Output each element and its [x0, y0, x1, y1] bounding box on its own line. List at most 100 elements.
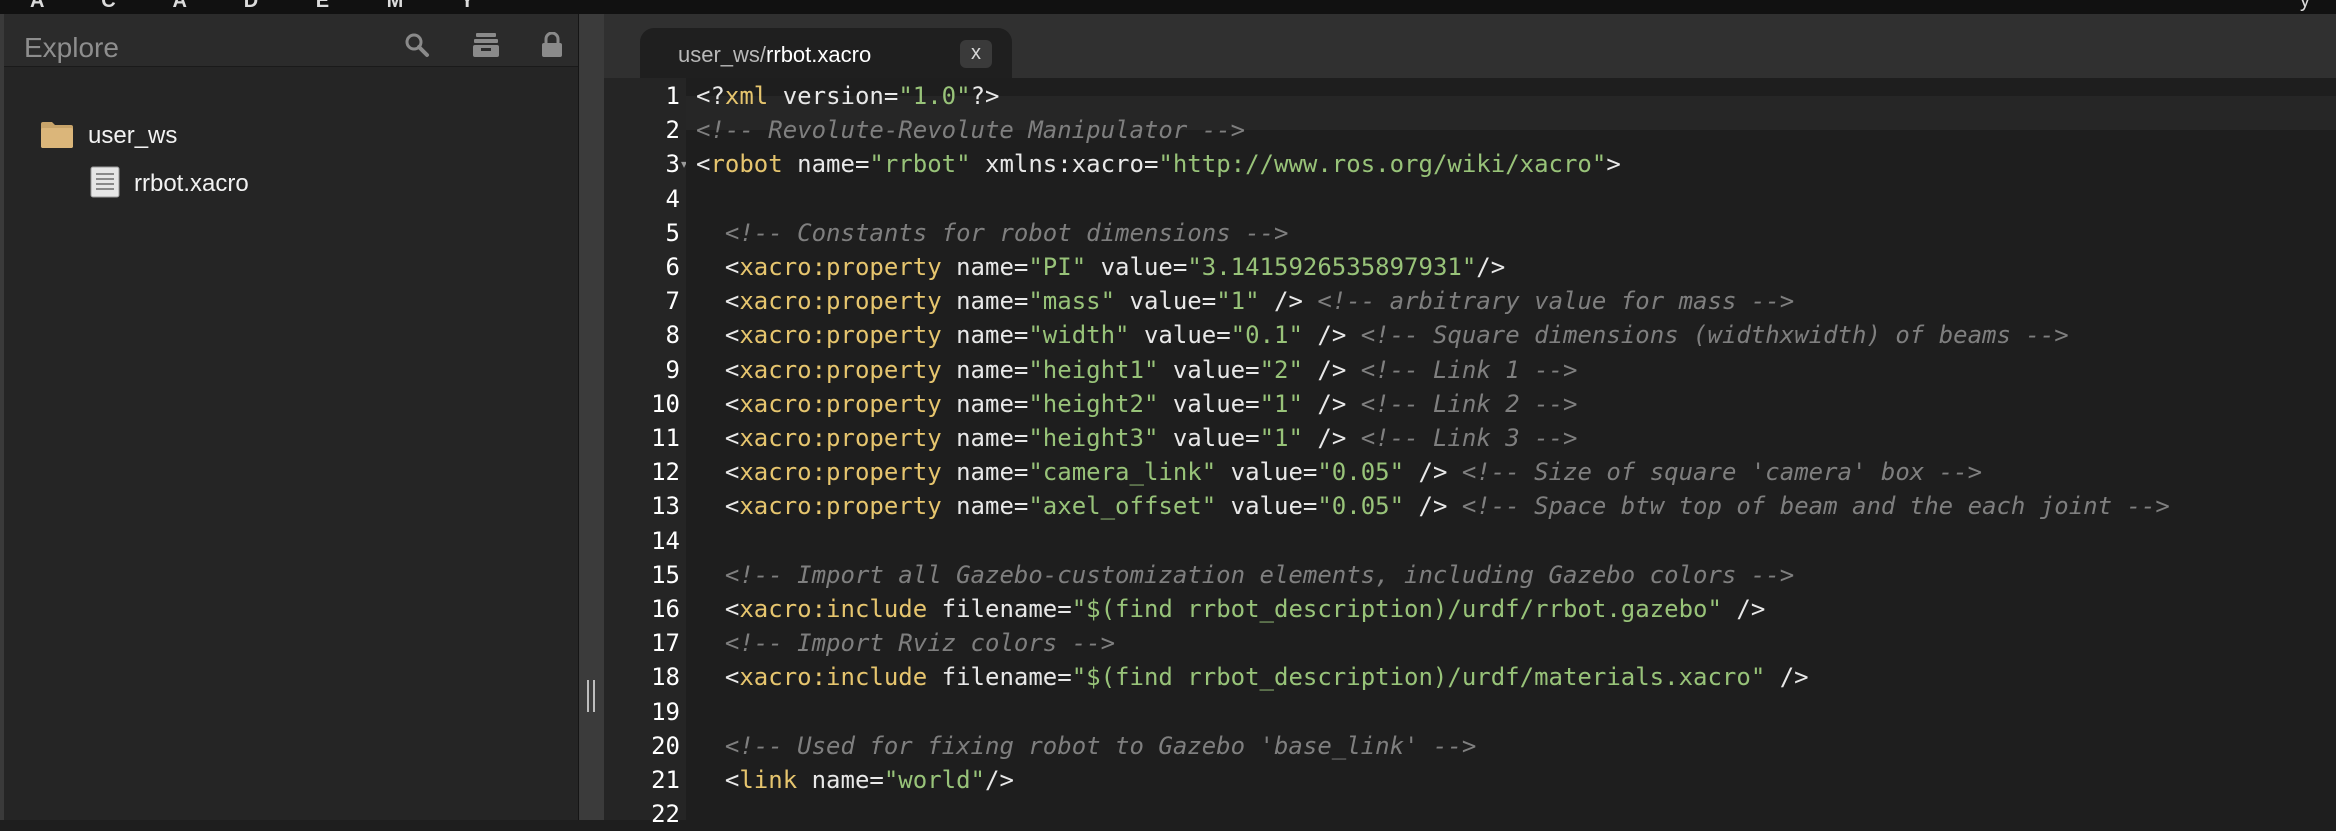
code-token: name=: [797, 766, 884, 794]
tab-bar: user_ws/rrbot.xacro x: [604, 14, 2336, 78]
code-token: />: [1404, 458, 1462, 487]
tree-folder-user-ws[interactable]: user_ws: [40, 118, 177, 154]
code-token: name=: [782, 150, 870, 179]
code-token: <!-- Used for fixing robot to Gazebo 'ba…: [724, 731, 1477, 760]
code-token: <: [696, 389, 740, 418]
code-token: name=: [941, 458, 1029, 487]
code-token: <!-- Size of square 'camera' box -->: [1461, 458, 1983, 487]
window-left-edge: [0, 14, 4, 820]
code-token: "width": [1028, 321, 1130, 350]
code-line: <!-- Import all Gazebo-customization ele…: [696, 558, 1794, 592]
code-token: />: [1476, 253, 1506, 281]
lock-icon[interactable]: [540, 31, 564, 63]
code-token: value=: [1158, 424, 1260, 452]
line-number: 6: [665, 253, 680, 281]
line-number: 3: [665, 150, 680, 179]
tree-file-rrbot-xacro[interactable]: rrbot.xacro: [90, 166, 249, 202]
splitter-grip[interactable]: [587, 680, 595, 712]
code-token: "height3": [1028, 424, 1159, 452]
code-token: value=: [1158, 355, 1260, 384]
code-token: <!-- Link 2 -->: [1360, 389, 1578, 418]
code-line: <!-- Revolute-Revolute Manipulator -->: [696, 113, 1245, 147]
code-token: name=: [941, 389, 1029, 418]
line-number: 4: [665, 184, 680, 213]
code-token: <: [696, 595, 740, 623]
code-token: xacro:property: [739, 492, 942, 521]
code-token: <: [696, 424, 740, 452]
code-line: <xacro:property name="mass" value="1" />…: [696, 284, 1794, 318]
code-token: <!-- Square dimensions (widthxwidth) of …: [1360, 321, 2069, 350]
code-token: name=: [941, 492, 1029, 521]
search-icon[interactable]: [404, 32, 430, 63]
code-token: "$(find rrbot_description)/urdf/material…: [1071, 663, 1766, 692]
line-number: 7: [665, 287, 680, 316]
code-token: "http://www.ros.org/wiki/xacro": [1158, 150, 1607, 179]
code-line: <xacro:property name="PI" value="3.14159…: [696, 250, 1505, 284]
line-number: 8: [665, 321, 680, 350]
code-line: <?xml version="1.0"?>: [696, 79, 999, 113]
line-number: 12: [651, 458, 680, 487]
code-line: <xacro:property name="width" value="0.1"…: [696, 318, 2069, 352]
code-token: filename=: [927, 595, 1072, 623]
code-token: value=: [1158, 389, 1260, 418]
line-number: 16: [651, 595, 680, 623]
code-token: <: [696, 663, 740, 692]
code-token: "1.0": [898, 82, 971, 110]
line-number: 19: [651, 697, 680, 726]
line-number: 17: [651, 629, 680, 658]
code-token: xacro:property: [739, 355, 942, 384]
tab-title: user_ws/rrbot.xacro: [678, 42, 871, 68]
explorer-sidebar: Explore user_ws rrbot.xacro: [0, 14, 579, 820]
code-token: />: [1765, 663, 1809, 692]
code-token: <: [696, 321, 740, 350]
code-token: "height1": [1028, 355, 1159, 384]
code-token: <: [696, 150, 711, 179]
code-token: />: [1404, 492, 1462, 521]
code-token: >: [1606, 150, 1621, 179]
code-token: value=: [1216, 492, 1318, 521]
code-token: <!-- Space btw top of beam and the each …: [1461, 492, 2170, 521]
line-number: 5: [665, 218, 680, 247]
code-token: <?: [696, 82, 725, 110]
code-token: xacro:include: [739, 663, 928, 692]
code-token: xmlns:xacro=: [970, 150, 1159, 179]
code-token: xacro:property: [739, 253, 942, 281]
academy-brand: A C A D E M Y: [30, 0, 500, 12]
code-token: <!-- Revolute-Revolute Manipulator -->: [696, 116, 1246, 145]
line-number-gutter: 1 2 3 4 5 6 7 8 9 10 11 12 13 14 15 16 17 18 19 20 21 22 ▾: [604, 78, 687, 828]
tab-rrbot-xacro[interactable]: user_ws/rrbot.xacro x: [640, 28, 1012, 78]
code-token: xacro:property: [739, 287, 942, 316]
pane-splitter[interactable]: [579, 14, 604, 820]
code-editor[interactable]: <?xml version="1.0"?> <!-- Revolute-Revol…: [686, 78, 2336, 820]
code-token: name=: [941, 253, 1029, 281]
code-token: xacro:include: [739, 595, 928, 623]
code-token: "$(find rrbot_description)/urdf/rrbot.ga…: [1071, 595, 1722, 623]
code-token: name=: [941, 287, 1029, 316]
explore-title: Explore: [24, 32, 119, 63]
code-token: value=: [1086, 253, 1188, 281]
line-number: 13: [651, 492, 680, 521]
top-title-bar: A C A D E M Y y: [0, 0, 2336, 14]
code-token: "PI": [1028, 253, 1087, 281]
code-token: link: [739, 766, 798, 794]
line-number: 22: [651, 800, 680, 829]
code-token: />: [1302, 355, 1361, 384]
code-token: />: [1302, 321, 1361, 350]
archive-icon[interactable]: [472, 32, 500, 63]
tab-close-button[interactable]: x: [960, 40, 992, 68]
code-token: xacro:property: [739, 389, 942, 418]
code-token: "1": [1259, 424, 1303, 452]
code-token: <!-- arbitrary value for mass -->: [1317, 287, 1795, 316]
code-line: <!-- Import Rviz colors -->: [696, 626, 1115, 660]
editor-area: user_ws/rrbot.xacro x 1 2 3 4 5 6 7 8 9 10 11 12 13 1…: [604, 14, 2336, 828]
code-token: "0.05": [1317, 458, 1405, 487]
code-token: xacro:property: [739, 321, 942, 350]
code-token: name=: [941, 321, 1029, 350]
code-token: "0.05": [1317, 492, 1405, 521]
folder-icon: [40, 119, 74, 154]
line-number: 2: [665, 116, 680, 145]
